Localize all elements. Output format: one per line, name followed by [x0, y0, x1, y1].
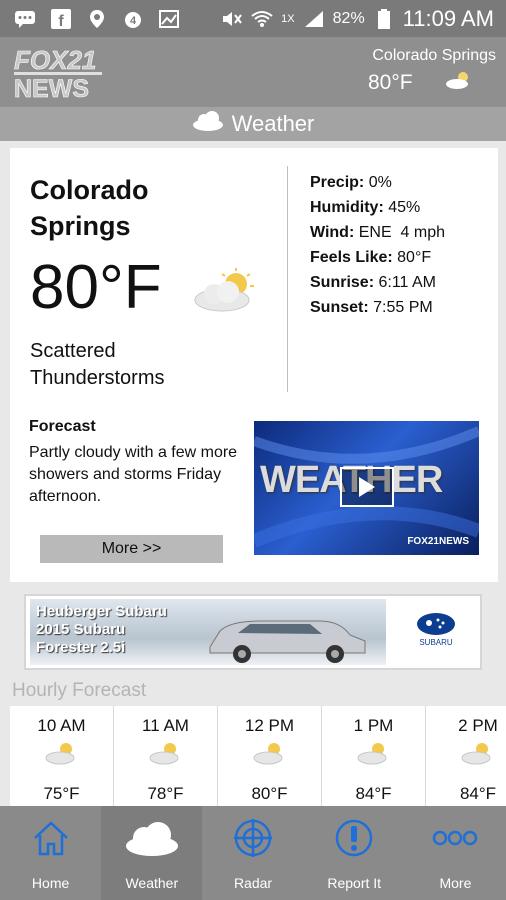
- cloud-icon: [124, 818, 180, 863]
- partly-cloudy-icon: [252, 740, 288, 771]
- home-icon: [31, 818, 71, 863]
- section-title: Weather: [231, 111, 315, 136]
- forecast-title: Forecast: [29, 418, 96, 435]
- hourly-item[interactable]: 1 PM 84°F: [322, 706, 426, 806]
- nav-item-report-it[interactable]: Report It: [304, 806, 405, 900]
- play-icon[interactable]: [340, 467, 394, 507]
- weather-details: Precip: 0% Humidity: 45% Wind: ENE 4 mph…: [310, 170, 445, 320]
- subaru-logo: SUBARU: [396, 612, 476, 647]
- ad-text: Heuberger Subaru 2015 Subaru Forester 2.…: [36, 603, 167, 656]
- fox21-news-logo[interactable]: FOX21 NEWS: [14, 45, 104, 103]
- mute-icon: [221, 9, 243, 29]
- network-type-label: 1X: [281, 12, 295, 25]
- hourly-item[interactable]: 11 AM 78°F: [114, 706, 218, 806]
- partly-cloudy-icon: [444, 69, 474, 96]
- hourly-forecast-title: Hourly Forecast: [12, 680, 147, 701]
- divider: [287, 166, 288, 392]
- forecast-text: Partly cloudy with a few more showers an…: [29, 444, 238, 505]
- partly-cloudy-large-icon: [192, 266, 262, 321]
- partly-cloudy-icon: [356, 740, 392, 771]
- header-city: Colorado Springs: [372, 47, 496, 64]
- nav-item-weather[interactable]: Weather: [101, 806, 203, 900]
- nav-item-more[interactable]: More: [405, 806, 506, 900]
- current-weather-card: Colorado Springs 80°F Scattered Thunders…: [10, 148, 498, 582]
- hourly-forecast-list[interactable]: 10 AM 75°F 11 AM 78°F 12 PM 80°F 1 PM 84…: [10, 706, 506, 806]
- current-condition: Scattered Thunderstorms: [30, 340, 165, 389]
- header-temp: 80°F: [368, 71, 413, 94]
- svg-text:f: f: [58, 13, 64, 29]
- radar-icon: [233, 818, 273, 863]
- battery-percent: 82%: [332, 9, 365, 27]
- facebook-icon: f: [50, 8, 72, 29]
- nav-item-home[interactable]: Home: [0, 806, 101, 900]
- hourly-item[interactable]: 10 AM 75°F: [10, 706, 114, 806]
- detail-sunrise: Sunrise: 6:11 AM: [310, 274, 436, 291]
- status-bar: f 4 1X 82% 11:09 AM: [0, 0, 506, 37]
- partly-cloudy-icon: [460, 740, 496, 771]
- cloud-icon: [192, 111, 224, 137]
- alert-icon: [334, 818, 374, 863]
- location-icon: [86, 9, 108, 29]
- section-title-bar: Weather: [0, 107, 506, 141]
- ad-photo: Heuberger Subaru 2015 Subaru Forester 2.…: [30, 599, 386, 665]
- gallery-icon: [158, 9, 180, 29]
- current-temp: 80°F: [30, 253, 162, 322]
- hourly-item[interactable]: 2 PM 84°F: [426, 706, 506, 806]
- svg-text:4: 4: [130, 15, 137, 27]
- partly-cloudy-icon: [148, 740, 184, 771]
- app-header: FOX21 NEWS Colorado Springs 80°F: [0, 37, 506, 129]
- detail-wind: Wind: ENE 4 mph: [310, 224, 445, 241]
- nav-item-radar[interactable]: Radar: [202, 806, 303, 900]
- battery-icon: [373, 8, 395, 29]
- more-button[interactable]: More >>: [40, 535, 223, 563]
- video-logo: FOX21NEWS: [407, 536, 469, 547]
- ad-banner[interactable]: Heuberger Subaru 2015 Subaru Forester 2.…: [24, 594, 482, 670]
- more-icon: [431, 818, 479, 863]
- wifi-icon: [251, 9, 273, 29]
- signal-icon: [303, 9, 325, 29]
- clock: 11:09 AM: [402, 5, 494, 31]
- logo-top-text: FOX21: [14, 45, 96, 75]
- news-badge-icon: 4: [122, 9, 144, 29]
- bottom-nav: Home Weather Radar Report It More: [0, 806, 506, 900]
- hourly-item[interactable]: 12 PM 80°F: [218, 706, 322, 806]
- partly-cloudy-icon: [44, 740, 80, 771]
- detail-precip: Precip: 0%: [310, 174, 392, 191]
- detail-sunset: Sunset: 7:55 PM: [310, 299, 433, 316]
- message-icon: [14, 9, 36, 29]
- weather-video-thumbnail[interactable]: WEATHER FOX21NEWS: [254, 421, 479, 555]
- logo-bottom-text: NEWS: [14, 75, 89, 99]
- detail-humidity: Humidity: 45%: [310, 199, 421, 216]
- car-image: [200, 609, 370, 665]
- current-city: Colorado Springs: [30, 175, 149, 241]
- detail-feels-like: Feels Like: 80°F: [310, 249, 432, 266]
